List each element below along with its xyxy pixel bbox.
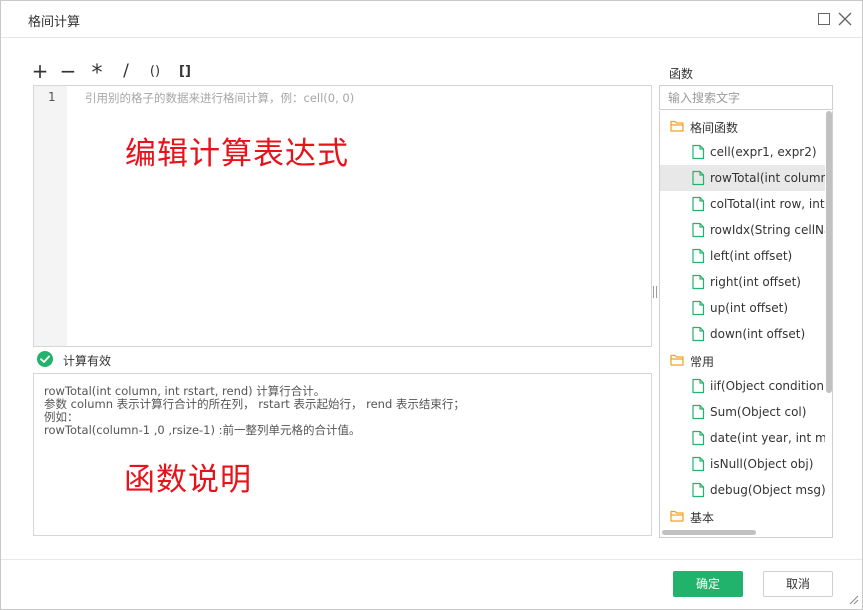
tree-function-item[interactable]: left(int offset) [660,243,825,269]
tree-scroll-thumb[interactable] [826,111,832,393]
tree-function-item[interactable]: colTotal(int row, int cstart, cend) [660,191,825,217]
tree-function-label: iif(Object condition, Object a, Object b… [710,379,825,393]
divide-button[interactable]: / [118,61,134,83]
parentheses-button[interactable]: () [145,61,165,83]
multiply-button[interactable]: * [88,61,106,86]
footer-divider [1,559,862,560]
file-icon [692,430,705,446]
title-bar: 格间计算 [1,1,862,38]
tree-function-label: Sum(Object col) [710,405,807,419]
line-gutter: 1 [34,86,67,346]
function-search-input[interactable] [660,86,832,109]
tree-function-label: down(int offset) [710,327,806,341]
tree-vertical-scrollbar[interactable] [826,111,832,537]
status-text: 计算有效 [63,354,112,368]
file-icon [692,274,705,290]
tree-folder[interactable]: 基本 [660,503,825,529]
tree-function-label: cell(expr1, expr2) [710,145,817,159]
expression-editor[interactable]: 1 引用别的格子的数据来进行格间计算，例：cell(0, 0) 编辑计算表达式 [33,85,652,347]
tree-function-label: colTotal(int row, int cstart, cend) [710,197,825,211]
function-description: rowTotal(int column, int rstart, rend) 计… [33,373,652,536]
tree-function-item[interactable]: up(int offset) [660,295,825,321]
tree-folder[interactable]: 常用 [660,347,825,373]
description-line: 参数 column 表示计算行合计的所在列， rstart 表示起始行， ren… [44,397,465,411]
function-tree: 格间函数 cell(expr1, expr2) rowTotal(int colum… [659,111,833,538]
formula-dialog: 格间计算 + − * / () [] 1 引用别的格子的数据来进行格间计算，例：… [0,0,863,610]
tree-function-label: rowIdx(String cellName) [710,223,825,237]
tree-function-label: debug(Object msg) [710,483,825,497]
tree-folder-label: 常用 [690,355,715,369]
tree-function-item[interactable]: debug(Object msg) [660,477,825,503]
tree-function-item[interactable]: rowIdx(String cellName) [660,217,825,243]
tree-function-item[interactable]: iif(Object condition, Object a, Object b… [660,373,825,399]
description-annotation-label: 函数说明 [124,462,252,498]
folder-icon [670,354,684,366]
splitter-handle[interactable] [653,286,658,304]
tree-folder-label: 基本 [690,511,715,525]
file-icon [692,144,705,160]
description-line: rowTotal(int column, int rstart, rend) 计… [44,384,326,398]
file-icon [692,248,705,264]
tree-function-label: isNull(Object obj) [710,457,814,471]
tree-function-item[interactable]: date(int year, int month, int day) [660,425,825,451]
tree-function-label: rowTotal(int column, int rstart, rend) [710,171,825,185]
file-icon [692,456,705,472]
folder-icon [670,510,684,522]
tree-function-label: left(int offset) [710,249,793,263]
editor-annotation-label: 编辑计算表达式 [125,136,349,172]
tree-function-item[interactable]: cell(expr1, expr2) [660,139,825,165]
description-line: rowTotal(column-1 ,0 ,rsize-1) :前一整列单元格的… [44,423,361,437]
folder-icon [670,120,684,132]
tree-function-item[interactable]: right(int offset) [660,269,825,295]
tree-function-item[interactable]: rowTotal(int column, int rstart, rend) [660,165,825,191]
dialog-title: 格间计算 [28,15,81,30]
tree-folder-label: 格间函数 [690,121,739,135]
file-icon [692,378,705,394]
tree-function-item[interactable]: down(int offset) [660,321,825,347]
file-icon [692,170,705,186]
file-icon [692,326,705,342]
file-icon [692,222,705,238]
check-circle-icon [37,351,53,367]
line-number: 1 [48,90,56,104]
file-icon [692,482,705,498]
minus-button[interactable]: − [59,61,77,83]
tree-function-item[interactable]: isNull(Object obj) [660,451,825,477]
tree-function-item[interactable]: Sum(Object col) [660,399,825,425]
tree-function-label: date(int year, int month, int day) [710,431,825,445]
file-icon [692,300,705,316]
tree-folder[interactable]: 格间函数 [660,113,825,139]
description-line: 例如： [44,410,79,424]
brackets-button[interactable]: [] [175,61,195,83]
function-panel-title: 函数 [669,67,694,81]
cancel-button[interactable]: 取消 [763,571,833,597]
function-search [659,85,833,110]
close-icon[interactable] [835,9,855,29]
plus-button[interactable]: + [31,61,49,83]
editor-placeholder: 引用别的格子的数据来进行格间计算，例：cell(0, 0) [85,91,355,105]
tree-function-label: right(int offset) [710,275,801,289]
tree-function-label: up(int offset) [710,301,788,315]
tree-horizontal-scrollbar[interactable] [662,530,756,535]
file-icon [692,404,705,420]
file-icon [692,196,705,212]
ok-button[interactable]: 确定 [673,571,743,597]
resize-grip-icon[interactable] [847,593,859,605]
maximize-icon[interactable] [818,13,830,25]
